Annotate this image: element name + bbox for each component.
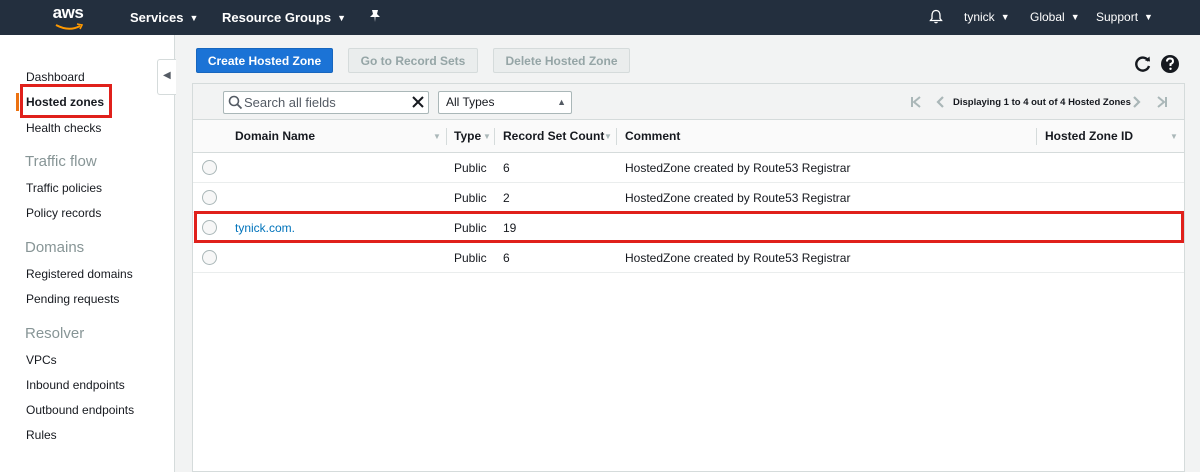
search-icon (228, 95, 243, 110)
close-icon[interactable] (411, 95, 425, 109)
chevron-down-icon: ▼ (337, 13, 347, 23)
cell-type: Public (454, 191, 487, 205)
active-indicator (16, 93, 19, 111)
resource-groups-label: Resource Groups (222, 10, 332, 25)
cell-comment: HostedZone created by Route53 Registrar (625, 161, 851, 175)
sort-icon[interactable]: ▼ (433, 120, 441, 153)
region-menu[interactable]: Global ▼ (1030, 0, 1080, 35)
sidebar-item-outbound-endpoints[interactable]: Outbound endpoints (26, 403, 134, 417)
first-page-icon[interactable] (909, 95, 923, 109)
table-row[interactable]: Public 2 HostedZone created by Route53 R… (193, 183, 1184, 213)
table-header: Domain Name ▼ Type ▼ Record Set Count ▼ … (193, 120, 1184, 153)
sidebar-item-health-checks[interactable]: Health checks (26, 121, 101, 135)
sort-icon[interactable]: ▼ (604, 120, 612, 153)
select-arrows-icon: ▲ (557, 97, 566, 107)
search-input[interactable] (244, 94, 409, 111)
top-nav: aws Services ▼ Resource Groups ▼ tynick ▼ G… (0, 0, 1200, 35)
delete-hosted-zone-button[interactable]: Delete Hosted Zone (493, 48, 630, 73)
column-header-comment[interactable]: Comment (625, 120, 680, 153)
sidebar-collapse-button[interactable]: ◀ (157, 59, 176, 95)
sidebar-item-policy-records[interactable]: Policy records (26, 206, 101, 220)
region-label: Global (1030, 10, 1065, 24)
bell-icon[interactable] (929, 0, 943, 35)
previous-page-icon[interactable] (934, 95, 946, 109)
chevron-down-icon: ▼ (1000, 12, 1010, 22)
pin-icon[interactable] (369, 0, 381, 35)
search-box (223, 91, 429, 114)
chevron-down-icon: ▼ (1144, 12, 1153, 22)
cell-type: Public (454, 161, 487, 175)
sidebar-item-pending-requests[interactable]: Pending requests (26, 292, 119, 306)
type-filter-value: All Types (446, 95, 495, 109)
sidebar-item-traffic-policies[interactable]: Traffic policies (26, 181, 102, 195)
user-label: tynick (964, 10, 995, 24)
row-select-radio[interactable] (202, 160, 217, 175)
chevron-down-icon: ▼ (1070, 12, 1080, 22)
support-label: Support (1096, 10, 1139, 24)
sidebar-item-vpcs[interactable]: VPCs (26, 353, 57, 367)
row-select-radio[interactable] (202, 190, 217, 205)
go-to-record-sets-button[interactable]: Go to Record Sets (348, 48, 478, 73)
user-menu[interactable]: tynick ▼ (964, 0, 1010, 35)
sidebar-item-registered-domains[interactable]: Registered domains (26, 267, 133, 281)
column-header-record-set-count[interactable]: Record Set Count (503, 120, 604, 153)
sidebar-heading-resolver: Resolver (25, 325, 85, 342)
cell-record-count: 6 (503, 251, 510, 265)
aws-smile-icon (55, 23, 83, 30)
services-menu[interactable]: Services ▼ (130, 0, 198, 35)
column-header-domain-name[interactable]: Domain Name (235, 120, 315, 153)
services-label: Services (130, 10, 184, 25)
aws-logo[interactable]: aws (50, 3, 86, 33)
cell-type: Public (454, 251, 487, 265)
column-divider (616, 128, 617, 145)
column-header-hosted-zone-id[interactable]: Hosted Zone ID (1045, 120, 1133, 153)
support-menu[interactable]: Support ▼ (1096, 0, 1153, 35)
cell-record-count: 2 (503, 191, 510, 205)
row-select-radio[interactable] (202, 250, 217, 265)
table-row[interactable]: Public 6 HostedZone created by Route53 R… (193, 243, 1184, 273)
sidebar-item-inbound-endpoints[interactable]: Inbound endpoints (26, 378, 125, 392)
chevron-down-icon: ▼ (189, 13, 199, 23)
column-divider (494, 128, 495, 145)
sidebar-heading-domains: Domains (25, 239, 85, 256)
refresh-icon[interactable] (1133, 54, 1153, 74)
cell-comment: HostedZone created by Route53 Registrar (625, 191, 851, 205)
cell-comment: HostedZone created by Route53 Registrar (625, 251, 851, 265)
sidebar-item-dashboard[interactable]: Dashboard (26, 70, 85, 84)
column-divider (446, 128, 447, 145)
sidebar-heading-traffic-flow: Traffic flow (25, 153, 97, 170)
aws-logo-text: aws (52, 3, 84, 22)
filter-bar: All Types ▲ Displaying 1 to 4 out of 4 H… (193, 84, 1184, 120)
sort-icon[interactable]: ▼ (1170, 120, 1178, 153)
table-row[interactable]: Public 6 HostedZone created by Route53 R… (193, 153, 1184, 183)
chevron-left-icon: ◀ (163, 70, 171, 81)
highlight-box-hosted-zones (20, 84, 112, 118)
highlight-box-tynick-row (194, 211, 1184, 243)
column-header-type[interactable]: Type (454, 120, 481, 153)
help-icon[interactable] (1160, 54, 1180, 74)
sort-icon[interactable]: ▼ (483, 120, 491, 153)
sidebar-item-rules[interactable]: Rules (26, 428, 57, 442)
cell-record-count: 6 (503, 161, 510, 175)
resource-groups-menu[interactable]: Resource Groups ▼ (222, 0, 346, 35)
hosted-zones-panel: All Types ▲ Displaying 1 to 4 out of 4 H… (192, 83, 1185, 472)
next-page-icon[interactable] (1131, 95, 1143, 109)
create-hosted-zone-button[interactable]: Create Hosted Zone (196, 48, 333, 73)
last-page-icon[interactable] (1155, 95, 1169, 109)
pagination-text: Displaying 1 to 4 out of 4 Hosted Zones (953, 97, 1131, 108)
column-divider (1036, 128, 1037, 145)
type-filter-select[interactable]: All Types ▲ (438, 91, 572, 114)
